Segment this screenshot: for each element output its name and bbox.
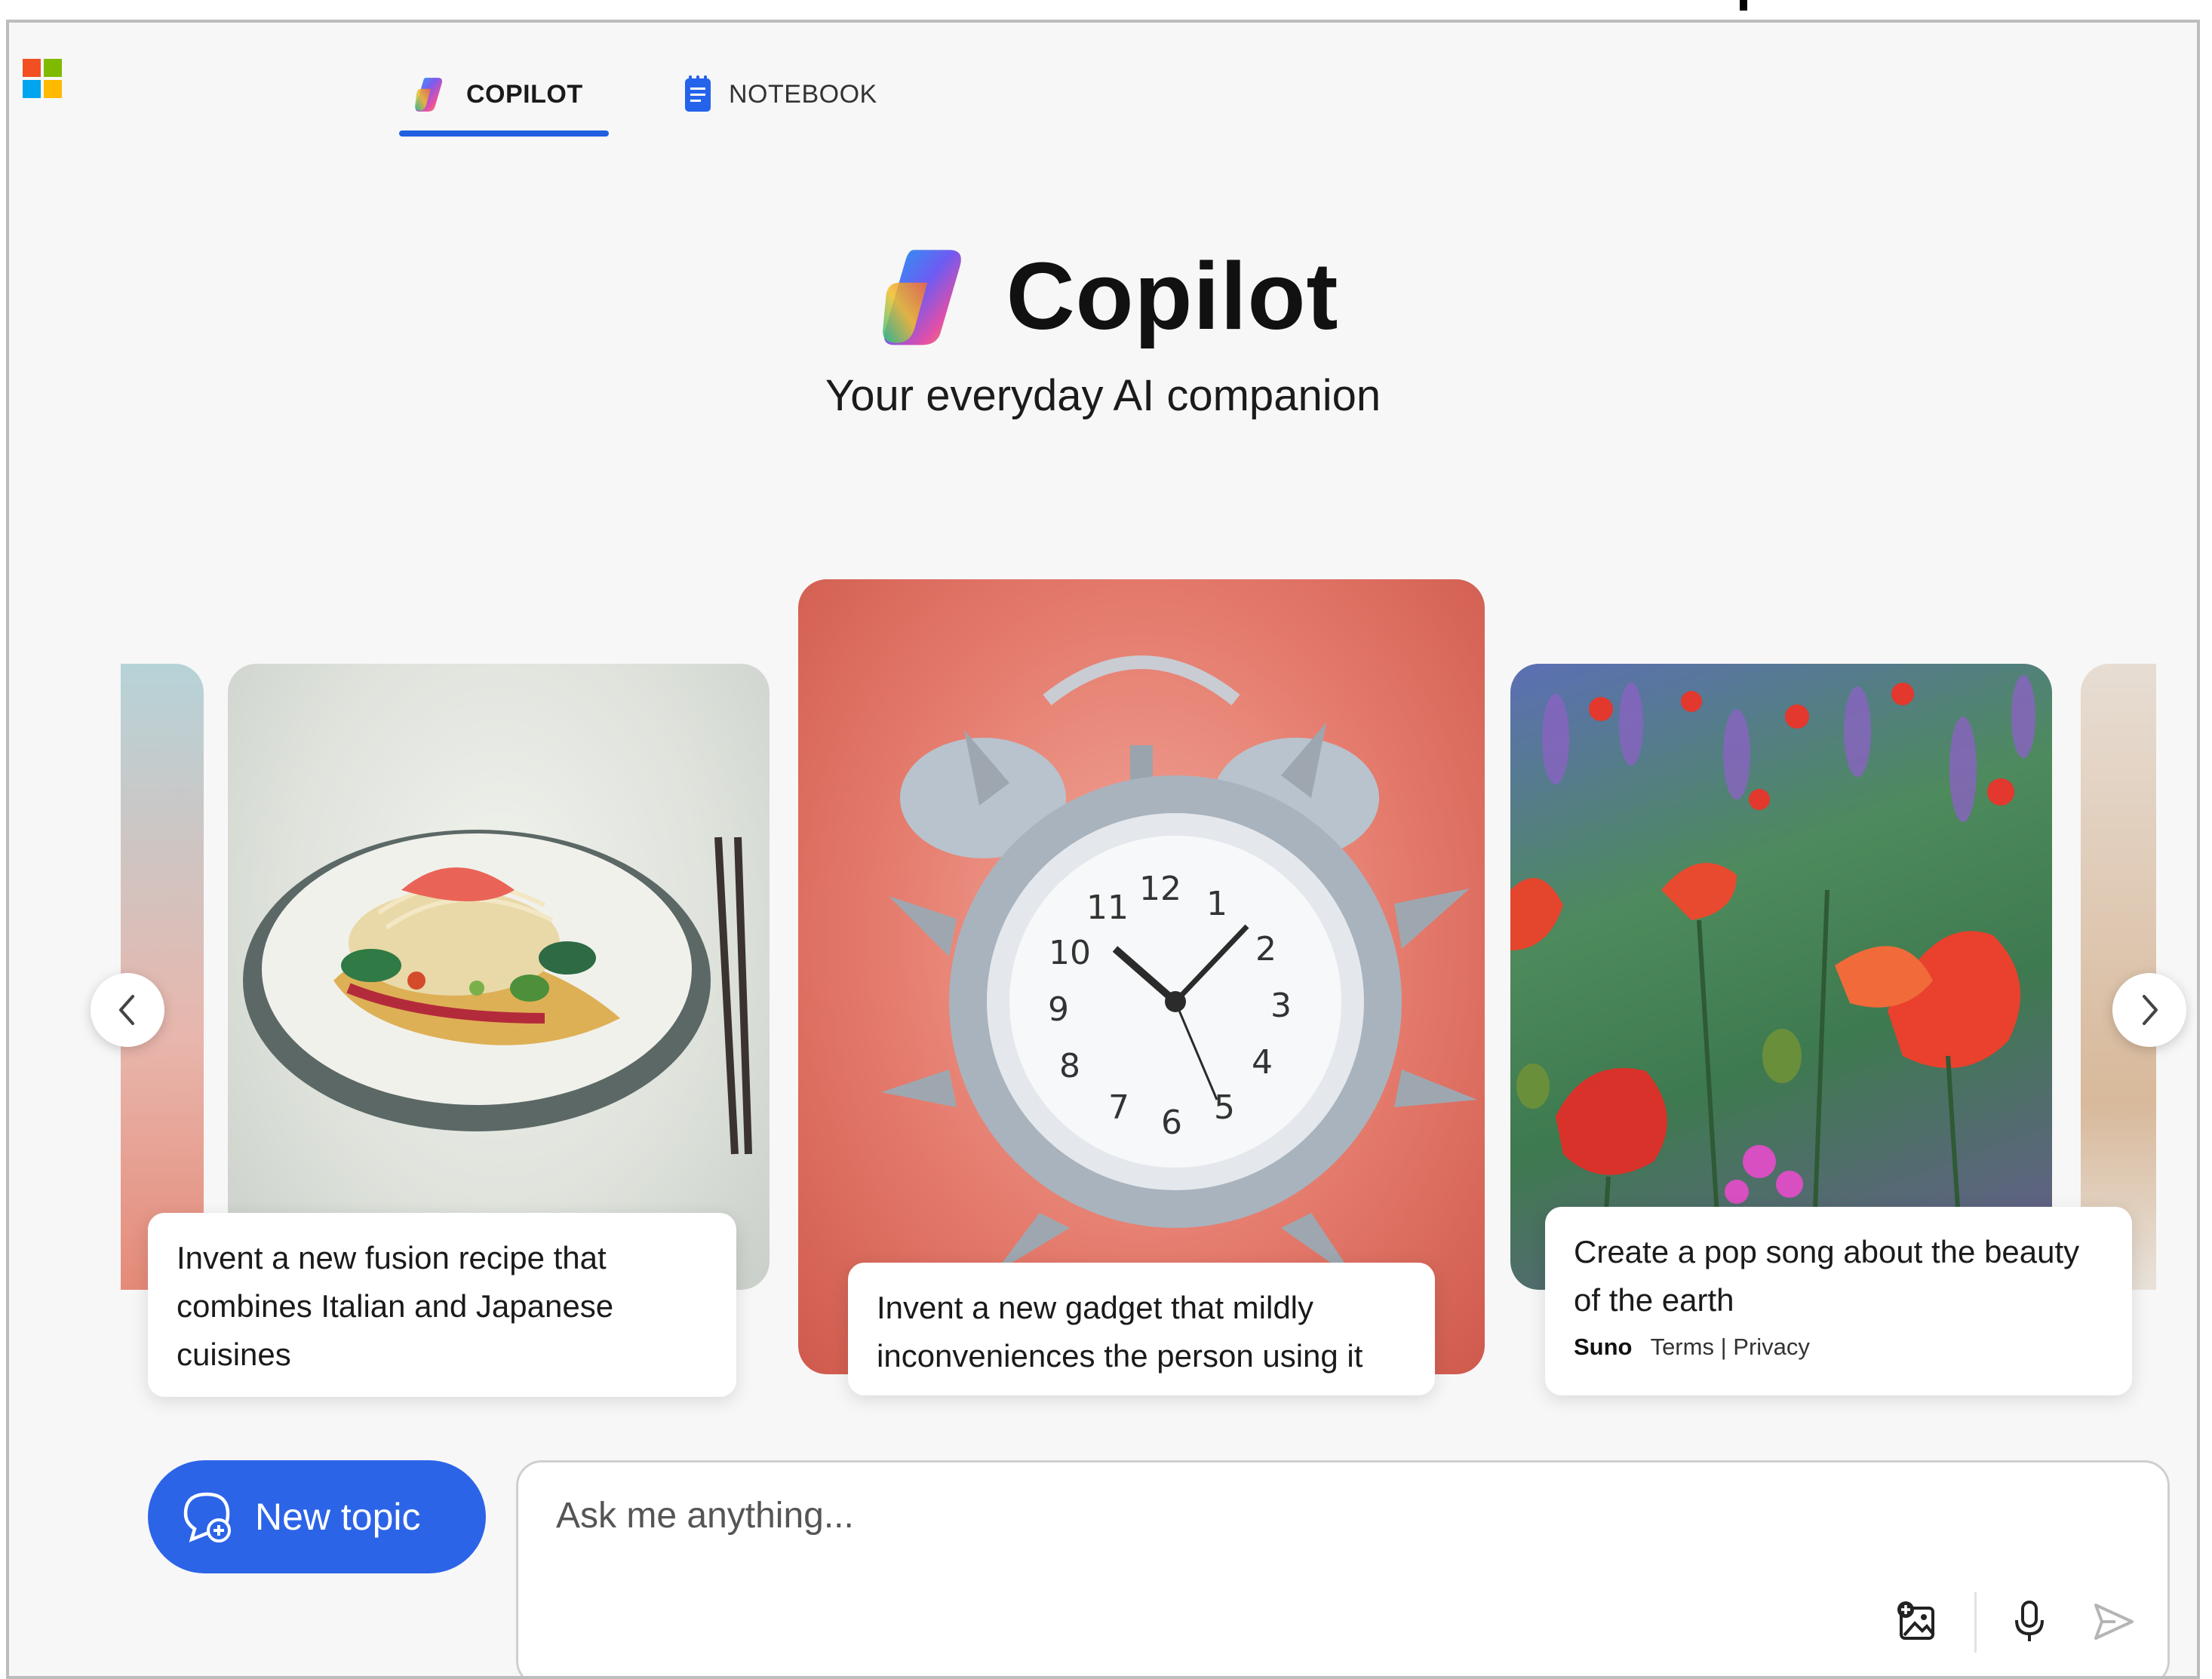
notebook-icon (685, 75, 711, 112)
svg-text:11: 11 (1086, 889, 1129, 927)
chevron-right-icon (2143, 995, 2158, 1025)
privacy-link[interactable]: Privacy (1733, 1334, 1810, 1360)
tab-copilot[interactable]: COPILOT (410, 53, 583, 136)
microphone-button[interactable] (2003, 1595, 2056, 1648)
send-button[interactable] (2088, 1595, 2140, 1648)
svg-text:3: 3 (1270, 987, 1292, 1025)
new-topic-button[interactable]: New topic (148, 1460, 486, 1573)
svg-text:1: 1 (1206, 885, 1227, 923)
fusion-dish-image (243, 830, 752, 1155)
link-separator: | (1720, 1334, 1727, 1360)
tab-notebook[interactable]: NOTEBOOK (684, 53, 877, 136)
send-icon (2094, 1604, 2134, 1640)
page-subtitle: Your everyday AI companion (825, 371, 1381, 420)
svg-text:8: 8 (1059, 1047, 1080, 1085)
prompt-card-clock[interactable]: Invent a new gadget that mildly inconven… (848, 1263, 1435, 1395)
suno-attribution: Suno Terms | Privacy (1574, 1332, 2103, 1362)
active-tab-indicator (399, 130, 609, 137)
prompt-text: Invent a new gadget that mildly inconven… (877, 1290, 1363, 1374)
carousel-prev-button[interactable] (91, 973, 164, 1047)
prompt-text: Create a pop song about the beauty of th… (1574, 1234, 2080, 1318)
prompt-card-food[interactable]: Invent a new fusion recipe that combines… (148, 1213, 736, 1397)
tab-notebook-label: NOTEBOOK (729, 79, 877, 109)
add-image-icon (1897, 1601, 1934, 1640)
chat-input[interactable] (555, 1494, 1840, 1537)
windows-logo-icon (23, 59, 62, 98)
copilot-hero-logo-icon (882, 249, 961, 345)
carousel-next-button[interactable] (2112, 973, 2186, 1047)
spiky-alarm-clock-image: 12 12 345 678 91011 (881, 655, 1477, 1281)
chat-plus-icon (183, 1492, 231, 1542)
chevron-left-icon (119, 995, 134, 1025)
carousel-card-flowers[interactable] (1510, 664, 2052, 1290)
top-edge-marker (1740, 0, 1747, 11)
svg-text:6: 6 (1161, 1103, 1182, 1142)
page-title: Copilot (1006, 243, 1339, 349)
add-image-button[interactable] (1891, 1595, 1944, 1648)
svg-text:4: 4 (1252, 1043, 1273, 1082)
microphone-icon (2015, 1601, 2044, 1641)
new-topic-label: New topic (255, 1496, 421, 1538)
terms-link[interactable]: Terms (1651, 1334, 1714, 1360)
svg-text:12: 12 (1139, 870, 1181, 908)
svg-text:10: 10 (1049, 934, 1091, 972)
poppy-field-image (1510, 675, 2035, 1290)
carousel-card-clock[interactable]: 12 1 2 345 678 9 10 11 (798, 579, 1485, 1374)
svg-text:9: 9 (1048, 990, 1069, 1029)
suno-label: Suno (1574, 1334, 1633, 1360)
tab-copilot-label: COPILOT (466, 79, 583, 109)
hero: Copilot Your everyday AI companion (9, 241, 2197, 421)
copilot-logo-icon (415, 78, 443, 112)
copilot-window: COPILOT NOTEBOOK Copilot Your everyday A… (6, 20, 2200, 1679)
composer-divider (1974, 1592, 1977, 1653)
svg-text:5: 5 (1214, 1088, 1235, 1127)
svg-text:7: 7 (1108, 1088, 1129, 1127)
prompt-text: Invent a new fusion recipe that combines… (177, 1240, 614, 1372)
carousel-card-food[interactable] (228, 664, 770, 1290)
prompt-card-flowers[interactable]: Create a pop song about the beauty of th… (1545, 1207, 2132, 1395)
svg-text:2: 2 (1255, 930, 1277, 968)
